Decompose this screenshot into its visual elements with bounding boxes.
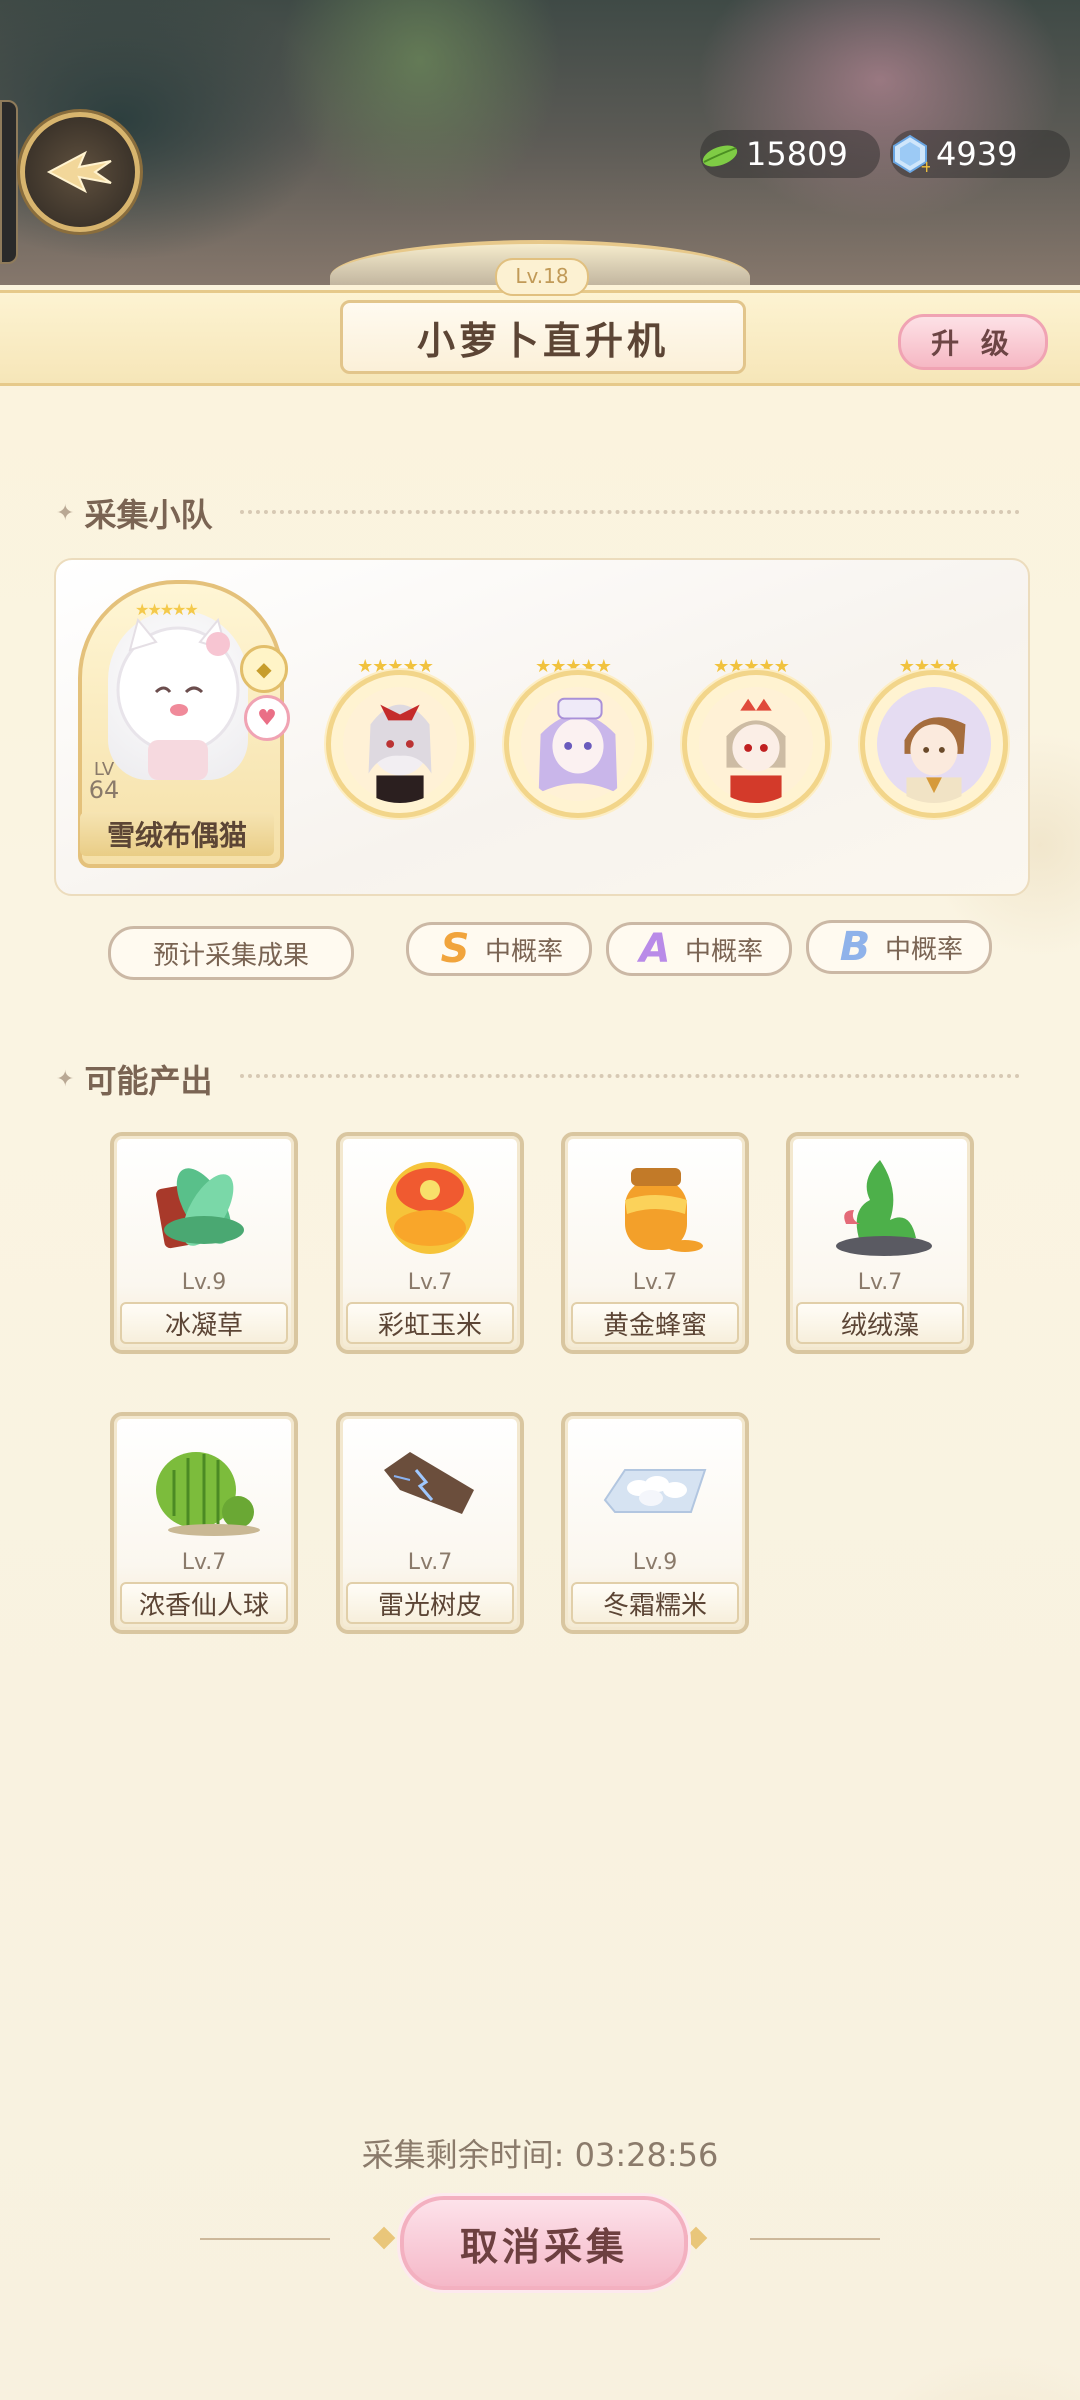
output-section-label: 可能产出 [84, 1062, 213, 1100]
fluffy-algae-icon [836, 1160, 932, 1256]
svg-text:+: + [920, 157, 930, 174]
team-member-4[interactable] [860, 670, 1008, 818]
team-member-1[interactable] [326, 670, 474, 818]
cat-character-icon [116, 617, 240, 780]
output-item[interactable]: Lv.7 雷光树皮 [336, 1412, 524, 1634]
divider-dots [240, 510, 1020, 516]
output-item[interactable]: Lv.9 冬霜糯米 [561, 1412, 749, 1634]
sparkle-icon: ✦ [56, 500, 75, 526]
leader-lv-value: 64 [88, 776, 120, 804]
decor-line-right [750, 2238, 880, 2240]
item-level: Lv.7 [632, 1270, 678, 1295]
rate-b-label: 中概率 [884, 934, 963, 965]
team-member-3[interactable] [682, 670, 830, 818]
team-member-2[interactable] [504, 670, 652, 818]
item-name: 冰凝草 [120, 1302, 288, 1344]
ice-grass-icon [156, 1168, 244, 1249]
item-name: 冬霜糯米 [571, 1582, 739, 1624]
rank-b-icon: B [839, 924, 871, 970]
member-portrait-icon [876, 686, 992, 803]
back-button[interactable] [20, 112, 140, 232]
rate-s-label: 中概率 [484, 936, 563, 967]
leader-level: LV 64 [84, 760, 124, 804]
item-level: Lv.9 [632, 1550, 678, 1575]
output-item[interactable]: Lv.7 绒绒藻 [786, 1132, 974, 1354]
item-level: Lv.7 [407, 1270, 453, 1295]
output-item[interactable]: Lv.9 冰凝草 [110, 1132, 298, 1354]
rate-a-label: 中概率 [684, 936, 763, 967]
item-level: Lv.7 [407, 1550, 453, 1575]
item-level: Lv.7 [857, 1270, 903, 1295]
rank-a-icon: A [639, 926, 671, 972]
item-level: Lv.7 [181, 1550, 227, 1575]
leaf-amount: 15809 [746, 135, 848, 173]
team-section-title: ✦ 采集小队 [56, 490, 212, 536]
member-portrait-icon [698, 686, 814, 803]
item-name: 雷光树皮 [346, 1582, 514, 1624]
cactus-icon [156, 1452, 260, 1536]
rate-b: B 中概率 [806, 920, 992, 974]
back-arrow-icon [46, 150, 112, 194]
decor-line-left [200, 2238, 330, 2240]
frost-rice-icon [603, 1469, 707, 1513]
thunder-bark-icon [384, 1452, 474, 1514]
building-level: Lv.18 [495, 258, 589, 296]
crystal-icon: + [893, 134, 930, 174]
member-portrait-icon [342, 686, 458, 803]
item-name: 彩虹玉米 [346, 1302, 514, 1344]
cancel-collection-button[interactable]: 取消采集 [400, 2196, 688, 2290]
upgrade-button[interactable]: 升 级 [898, 314, 1048, 370]
output-item[interactable]: Lv.7 彩虹玉米 [336, 1132, 524, 1354]
sparkle-icon: ✦ [56, 1066, 75, 1092]
rate-s: S 中概率 [406, 922, 592, 976]
item-level: Lv.9 [181, 1270, 227, 1295]
leaf-icon [702, 145, 738, 167]
golden-honey-icon [625, 1168, 703, 1252]
output-section-title: ✦ 可能产出 [56, 1056, 212, 1102]
leaf-currency: 15809 [700, 130, 880, 178]
gem-amount: 4939 [936, 135, 1018, 173]
side-tab[interactable] [0, 100, 18, 264]
rainbow-corn-icon [386, 1162, 474, 1254]
output-item[interactable]: Lv.7 黄金蜂蜜 [561, 1132, 749, 1354]
rate-a: A 中概率 [606, 922, 792, 976]
output-item[interactable]: Lv.7 浓香仙人球 [110, 1412, 298, 1634]
member-portrait-icon [520, 686, 636, 802]
leader-name: 雪绒布偶猫 [80, 812, 274, 856]
leader-portrait [108, 610, 248, 780]
team-section-label: 采集小队 [84, 496, 213, 534]
heart-icon: ♥ [244, 695, 290, 741]
gem-currency: + 4939 [890, 130, 1070, 178]
rank-s-icon: S [440, 926, 470, 972]
collection-timer: 采集剩余时间: 03:28:56 [361, 2136, 719, 2174]
diamond-icon: ◆ [240, 645, 288, 693]
item-name: 绒绒藻 [796, 1302, 964, 1344]
item-name: 黄金蜂蜜 [571, 1302, 739, 1344]
estimate-result-button[interactable]: 预计采集成果 [108, 926, 354, 980]
leader-stars: ★★★★★ [135, 600, 199, 619]
item-name: 浓香仙人球 [120, 1582, 288, 1624]
divider-dots [240, 1074, 1020, 1080]
building-title: 小萝卜直升机 [340, 300, 746, 374]
